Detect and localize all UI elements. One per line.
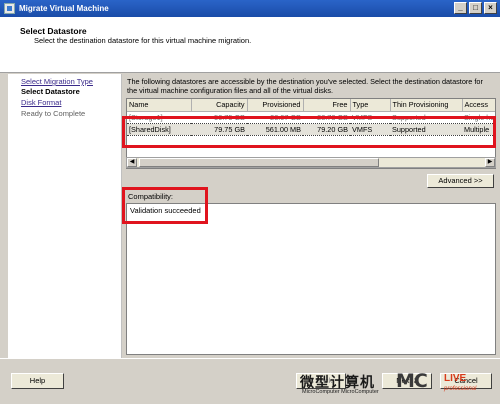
scroll-right-arrow-icon[interactable]: ▶ xyxy=(485,158,495,167)
window-controls: _ □ × xyxy=(454,2,497,14)
page-title: Select Datastore xyxy=(20,26,87,36)
highlight-selected-datastore xyxy=(122,116,496,148)
step-select-datastore: Select Datastore xyxy=(21,87,80,96)
watermark-logo-live: LIVE xyxy=(444,373,467,384)
table-horizontal-scrollbar[interactable]: ◀ ▶ xyxy=(126,157,496,168)
watermark-professional: professional xyxy=(444,386,477,392)
table-header-row: Name Capacity Provisioned Free Type Thin… xyxy=(127,99,495,112)
column-header-access[interactable]: Access xyxy=(462,99,495,112)
scroll-left-arrow-icon[interactable]: ◀ xyxy=(127,158,137,167)
column-header-provisioned[interactable]: Provisioned xyxy=(247,99,304,112)
maximize-button[interactable]: □ xyxy=(469,2,482,14)
advanced-button[interactable]: Advanced >> xyxy=(427,174,494,188)
close-button[interactable]: × xyxy=(484,2,497,14)
step-disk-format[interactable]: Disk Format xyxy=(21,98,61,107)
column-header-name[interactable]: Name xyxy=(127,99,192,112)
minimize-button[interactable]: _ xyxy=(454,2,467,14)
datastore-description: The following datastores are accessible … xyxy=(127,77,483,95)
watermark-en-text: MicroComputer MicroComputer xyxy=(302,389,379,395)
page-subtitle: Select the destination datastore for thi… xyxy=(34,36,252,45)
window-title: Migrate Virtual Machine xyxy=(19,4,109,13)
window-titlebar: Migrate Virtual Machine _ □ × xyxy=(0,0,500,17)
column-header-capacity[interactable]: Capacity xyxy=(191,99,248,112)
help-button[interactable]: Help xyxy=(11,373,64,389)
scroll-thumb[interactable] xyxy=(139,158,379,167)
scroll-track[interactable] xyxy=(137,158,485,167)
compatibility-panel: Validation succeeded xyxy=(126,203,496,355)
step-select-migration-type[interactable]: Select Migration Type xyxy=(21,77,93,86)
column-header-type[interactable]: Type xyxy=(350,99,391,112)
highlight-compatibility xyxy=(122,187,208,224)
wizard-header: Select Datastore Select the destination … xyxy=(0,17,500,73)
watermark-logo: MC xyxy=(396,370,428,392)
step-ready-to-complete: Ready to Complete xyxy=(21,109,86,118)
column-header-free[interactable]: Free xyxy=(303,99,351,112)
magazine-watermark: 微型计算机 MicroComputer MicroComputer MC LIV… xyxy=(300,370,496,400)
vm-app-icon xyxy=(4,3,15,14)
wizard-steps: Select Migration Type Select Datastore D… xyxy=(8,74,122,358)
column-header-thin-provisioning[interactable]: Thin Provisioning xyxy=(390,99,463,112)
